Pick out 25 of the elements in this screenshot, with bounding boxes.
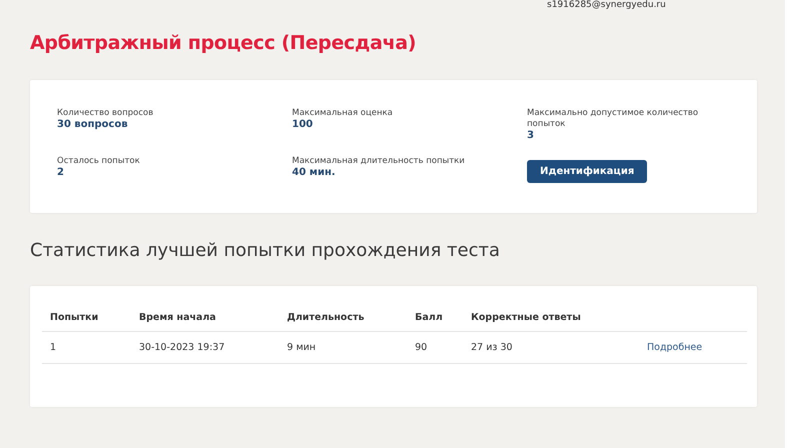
column-header: Время начала	[131, 308, 279, 332]
column-header: Корректные ответы	[463, 308, 639, 332]
page-title: Арбитражный процесс (Пересдача)	[30, 32, 417, 56]
section-heading: Статистика лучшей попытки прохождения теста	[30, 239, 501, 263]
info-value: 40 мин.	[292, 167, 336, 179]
details-link[interactable]: Подробнее	[647, 342, 702, 353]
info-label: Максимальная оценка	[292, 108, 393, 119]
table-cell: 30-10-2023 19:37	[131, 332, 279, 364]
column-header: Попытки	[42, 308, 131, 332]
user-email: s1916285@synergyedu.ru	[547, 0, 666, 11]
info-label: Максимально допустимое количество попыток	[527, 108, 700, 130]
info-value: 2	[57, 167, 64, 179]
info-label: Осталось попыток	[57, 156, 140, 167]
table-cell: 1	[42, 332, 131, 364]
table-cell: 27 из 30	[463, 332, 639, 364]
info-value: 3	[527, 130, 534, 142]
column-header: Длительность	[279, 308, 407, 332]
column-header: Балл	[407, 308, 463, 332]
info-label: Максимальная длительность попытки	[292, 156, 465, 167]
info-value: 30 вопросов	[57, 119, 128, 131]
info-value: 100	[292, 119, 313, 131]
table-cell: 90	[407, 332, 463, 364]
info-label: Количество вопросов	[57, 108, 154, 119]
table-cell: 9 мин	[279, 332, 407, 364]
identification-button[interactable]: Идентификация	[527, 160, 648, 183]
